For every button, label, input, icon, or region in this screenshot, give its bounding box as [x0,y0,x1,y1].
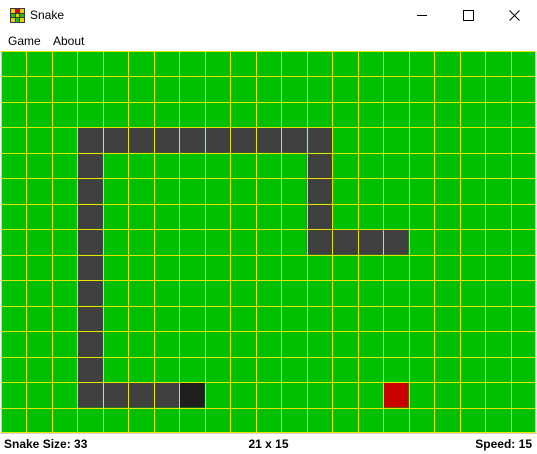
snake-segment [77,305,103,332]
game-board[interactable] [1,51,536,433]
snake-segment [230,127,256,153]
snake-segment [306,203,333,230]
status-bar: Snake Size: 33 21 x 15 Speed: 15 [0,433,537,454]
snake-segment [306,127,333,153]
snake-segment [77,331,103,357]
snake-segment [102,127,129,153]
snake-segment [77,127,103,153]
food-cell [383,382,409,408]
snake-segment [128,127,154,153]
snake-segment [128,382,154,408]
snake-segment [179,127,205,153]
snake-segment [306,229,333,255]
snake-segment [77,382,103,408]
speed-status: Speed: 15 [475,437,532,451]
snake-segment [153,127,180,153]
snake-segment [77,254,103,281]
snake-segment [204,127,231,153]
snake-segment [281,127,307,153]
close-button[interactable] [491,0,537,31]
snake-segment [332,229,358,255]
snake-head [179,382,205,408]
snake-segment [77,203,103,230]
snake-segment [383,229,409,255]
snake-segment [102,382,129,408]
menu-about[interactable]: About [53,34,84,48]
menu-game[interactable]: Game [8,34,41,48]
snake-segment [77,356,103,383]
grid-size-status: 21 x 15 [248,437,289,451]
snake-segment [77,152,103,179]
snake-segment [357,229,384,255]
game-grid [1,51,536,433]
snake-app-icon [10,8,25,23]
menu-bar: Game About [0,31,537,51]
maximize-button[interactable] [445,0,491,31]
maximize-icon [462,10,474,21]
snake-segment [77,178,103,204]
window-title: Snake [30,8,65,22]
snake-segment [306,178,333,204]
snake-window: Snake Game About Snake Size: 33 21 x 15 … [0,0,537,454]
minimize-button[interactable] [399,0,445,31]
minimize-icon [417,15,427,16]
snake-segment [77,229,103,255]
snake-segment [255,127,282,153]
snake-segment [306,152,333,179]
snake-segment [153,382,180,408]
snake-segment [77,280,103,306]
title-bar[interactable]: Snake [0,0,537,31]
close-icon [508,10,520,21]
